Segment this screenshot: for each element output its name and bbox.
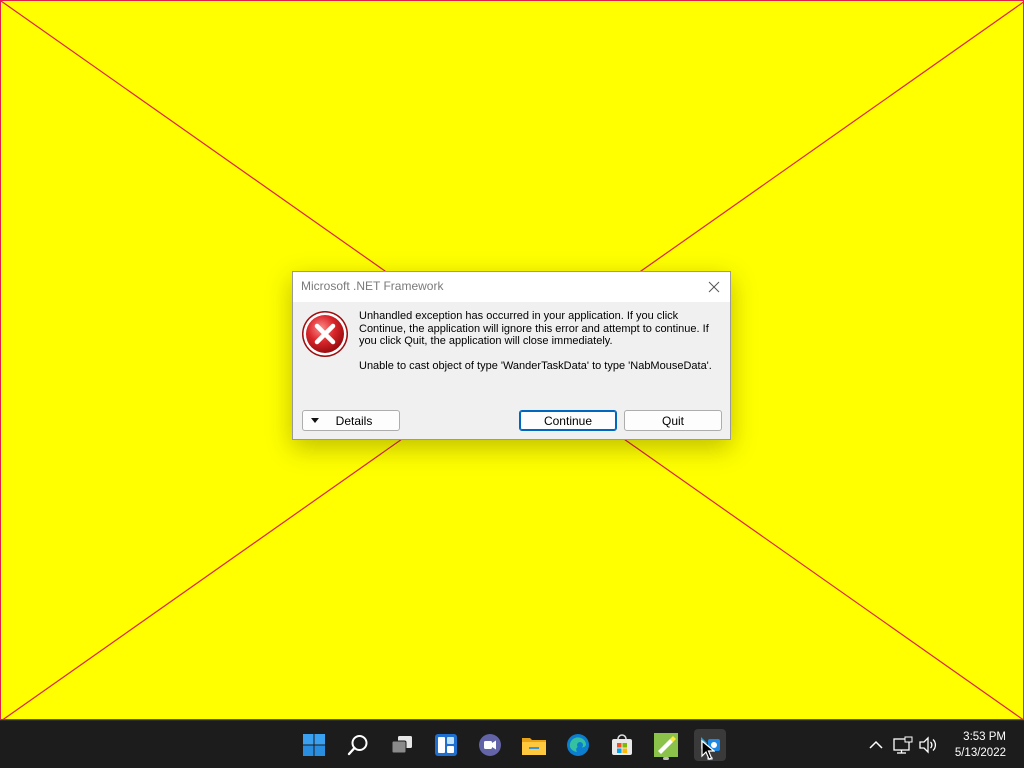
quit-button[interactable]: Quit: [624, 410, 722, 431]
app-icon[interactable]: [650, 729, 682, 761]
volume-icon[interactable]: [918, 735, 938, 755]
close-icon: [708, 281, 720, 293]
store-icon[interactable]: [606, 729, 638, 761]
continue-button[interactable]: Continue: [519, 410, 617, 431]
dialog-title: Microsoft .NET Framework: [301, 279, 444, 293]
close-button[interactable]: [698, 272, 730, 302]
mouse-cursor-icon: [701, 740, 715, 760]
quit-label: Quit: [661, 413, 684, 428]
network-icon[interactable]: [893, 735, 913, 755]
continue-label: Continue: [543, 413, 593, 428]
clock-time: 3:53 PM: [963, 731, 1006, 743]
taskbar-clock[interactable]: 3:53 PM 5/13/2022: [936, 729, 1006, 761]
edge-icon[interactable]: [562, 729, 594, 761]
running-indicator: [663, 757, 669, 760]
error-dialog: Microsoft .NET Framework Unhandled excep…: [292, 271, 731, 440]
teams-chat-icon[interactable]: [474, 729, 506, 761]
chevron-up-icon[interactable]: [866, 735, 886, 755]
details-button[interactable]: Details: [302, 410, 400, 431]
search-icon[interactable]: [342, 729, 374, 761]
chevron-down-icon: [311, 418, 319, 423]
exception-message: Unhandled exception has occurred in your…: [359, 310, 709, 347]
error-icon: [302, 311, 348, 357]
dialog-titlebar[interactable]: Microsoft .NET Framework: [293, 272, 730, 302]
details-label: Details: [335, 413, 373, 428]
widgets-icon[interactable]: [430, 729, 462, 761]
dialog-message: Unhandled exception has occurred in your…: [359, 310, 719, 372]
task-view-icon[interactable]: [386, 729, 418, 761]
exception-detail: Unable to cast object of type 'WanderTas…: [359, 359, 712, 372]
file-explorer-icon[interactable]: [518, 729, 550, 761]
clock-date: 5/13/2022: [954, 747, 1006, 759]
windows-start-icon[interactable]: [298, 729, 330, 761]
taskbar: 3:53 PM 5/13/2022: [0, 720, 1024, 768]
